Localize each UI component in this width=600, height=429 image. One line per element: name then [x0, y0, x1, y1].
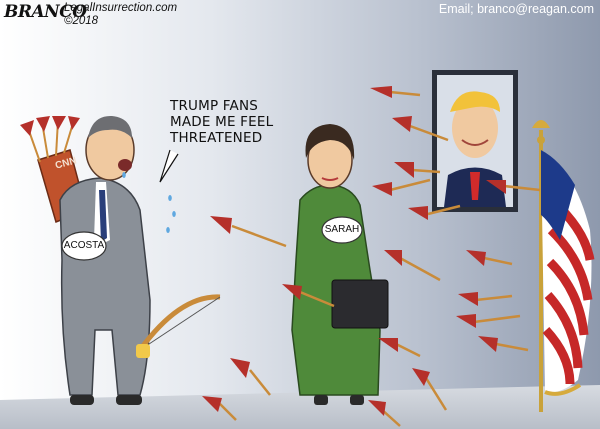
- acosta-badge-label: ACOSTA: [63, 240, 105, 251]
- editorial-cartoon: BRANCO LegalInsurrection.com ©2018 Email…: [0, 0, 600, 429]
- speech-line-1: TRUMP FANS: [170, 98, 259, 114]
- speech-bubble: TRUMP FANS MADE ME FEEL THREATENED: [170, 98, 298, 146]
- contact-email: Email; branco@reagan.com: [438, 2, 594, 16]
- cartoon-drawing: [0, 0, 600, 429]
- binder: [331, 279, 389, 329]
- speech-line-3: THREATENED: [170, 130, 263, 146]
- sarah-badge-label: SARAH: [324, 224, 360, 235]
- speech-line-2: MADE ME FEEL: [170, 114, 274, 130]
- copyright: ©2018: [64, 15, 99, 27]
- site-credit: LegalInsurrection.com: [64, 2, 178, 14]
